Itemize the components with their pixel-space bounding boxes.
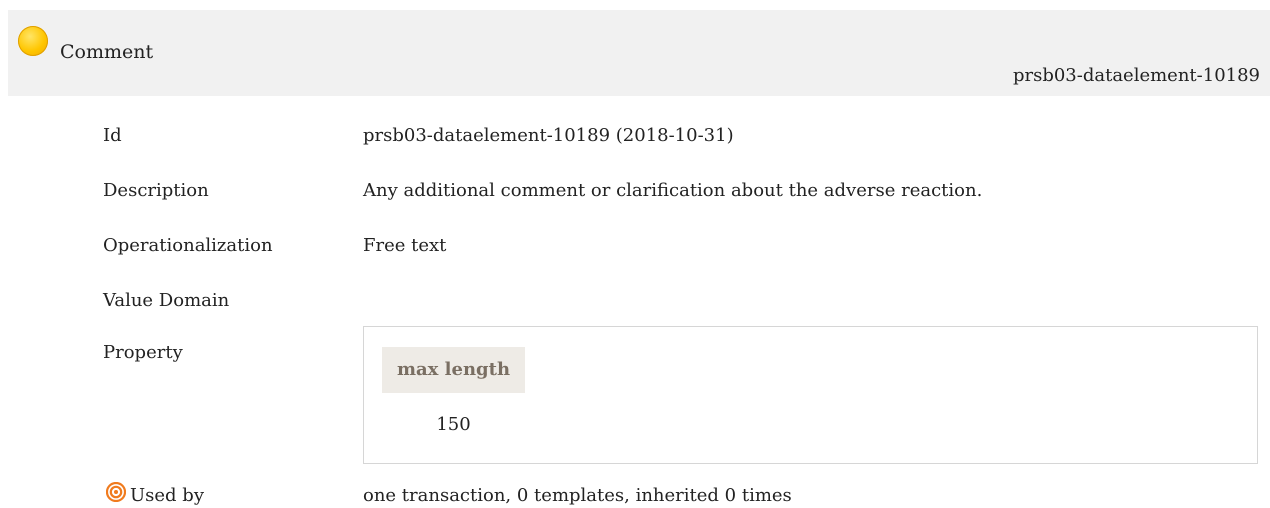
status-circle-icon — [18, 26, 48, 56]
value-domain-label: Value Domain — [103, 290, 230, 311]
description-label: Description — [103, 180, 209, 201]
used-by-label[interactable]: Used by — [130, 484, 204, 508]
concept-header[interactable]: Comment prsb03-dataelement-10189 — [8, 10, 1270, 96]
property-table: max length 150 — [363, 326, 1258, 464]
operationalization-value: Free text — [363, 235, 447, 256]
concept-title: Comment — [60, 41, 154, 63]
used-by-value: one transaction, 0 templates, inherited … — [363, 485, 792, 506]
concept-identifier: prsb03-dataelement-10189 — [1012, 65, 1260, 86]
property-column-header: max length — [382, 347, 525, 393]
description-value: Any additional comment or clarification … — [363, 180, 983, 201]
target-icon — [106, 482, 126, 502]
property-label: Property — [103, 342, 183, 363]
id-value: prsb03-dataelement-10189 (2018-10-31) — [363, 125, 734, 146]
operationalization-label: Operationalization — [103, 235, 273, 256]
page: Comment prsb03-dataelement-10189 Id prsb… — [0, 0, 1270, 508]
id-label: Id — [103, 125, 122, 146]
property-value-cell: 150 — [436, 414, 471, 435]
